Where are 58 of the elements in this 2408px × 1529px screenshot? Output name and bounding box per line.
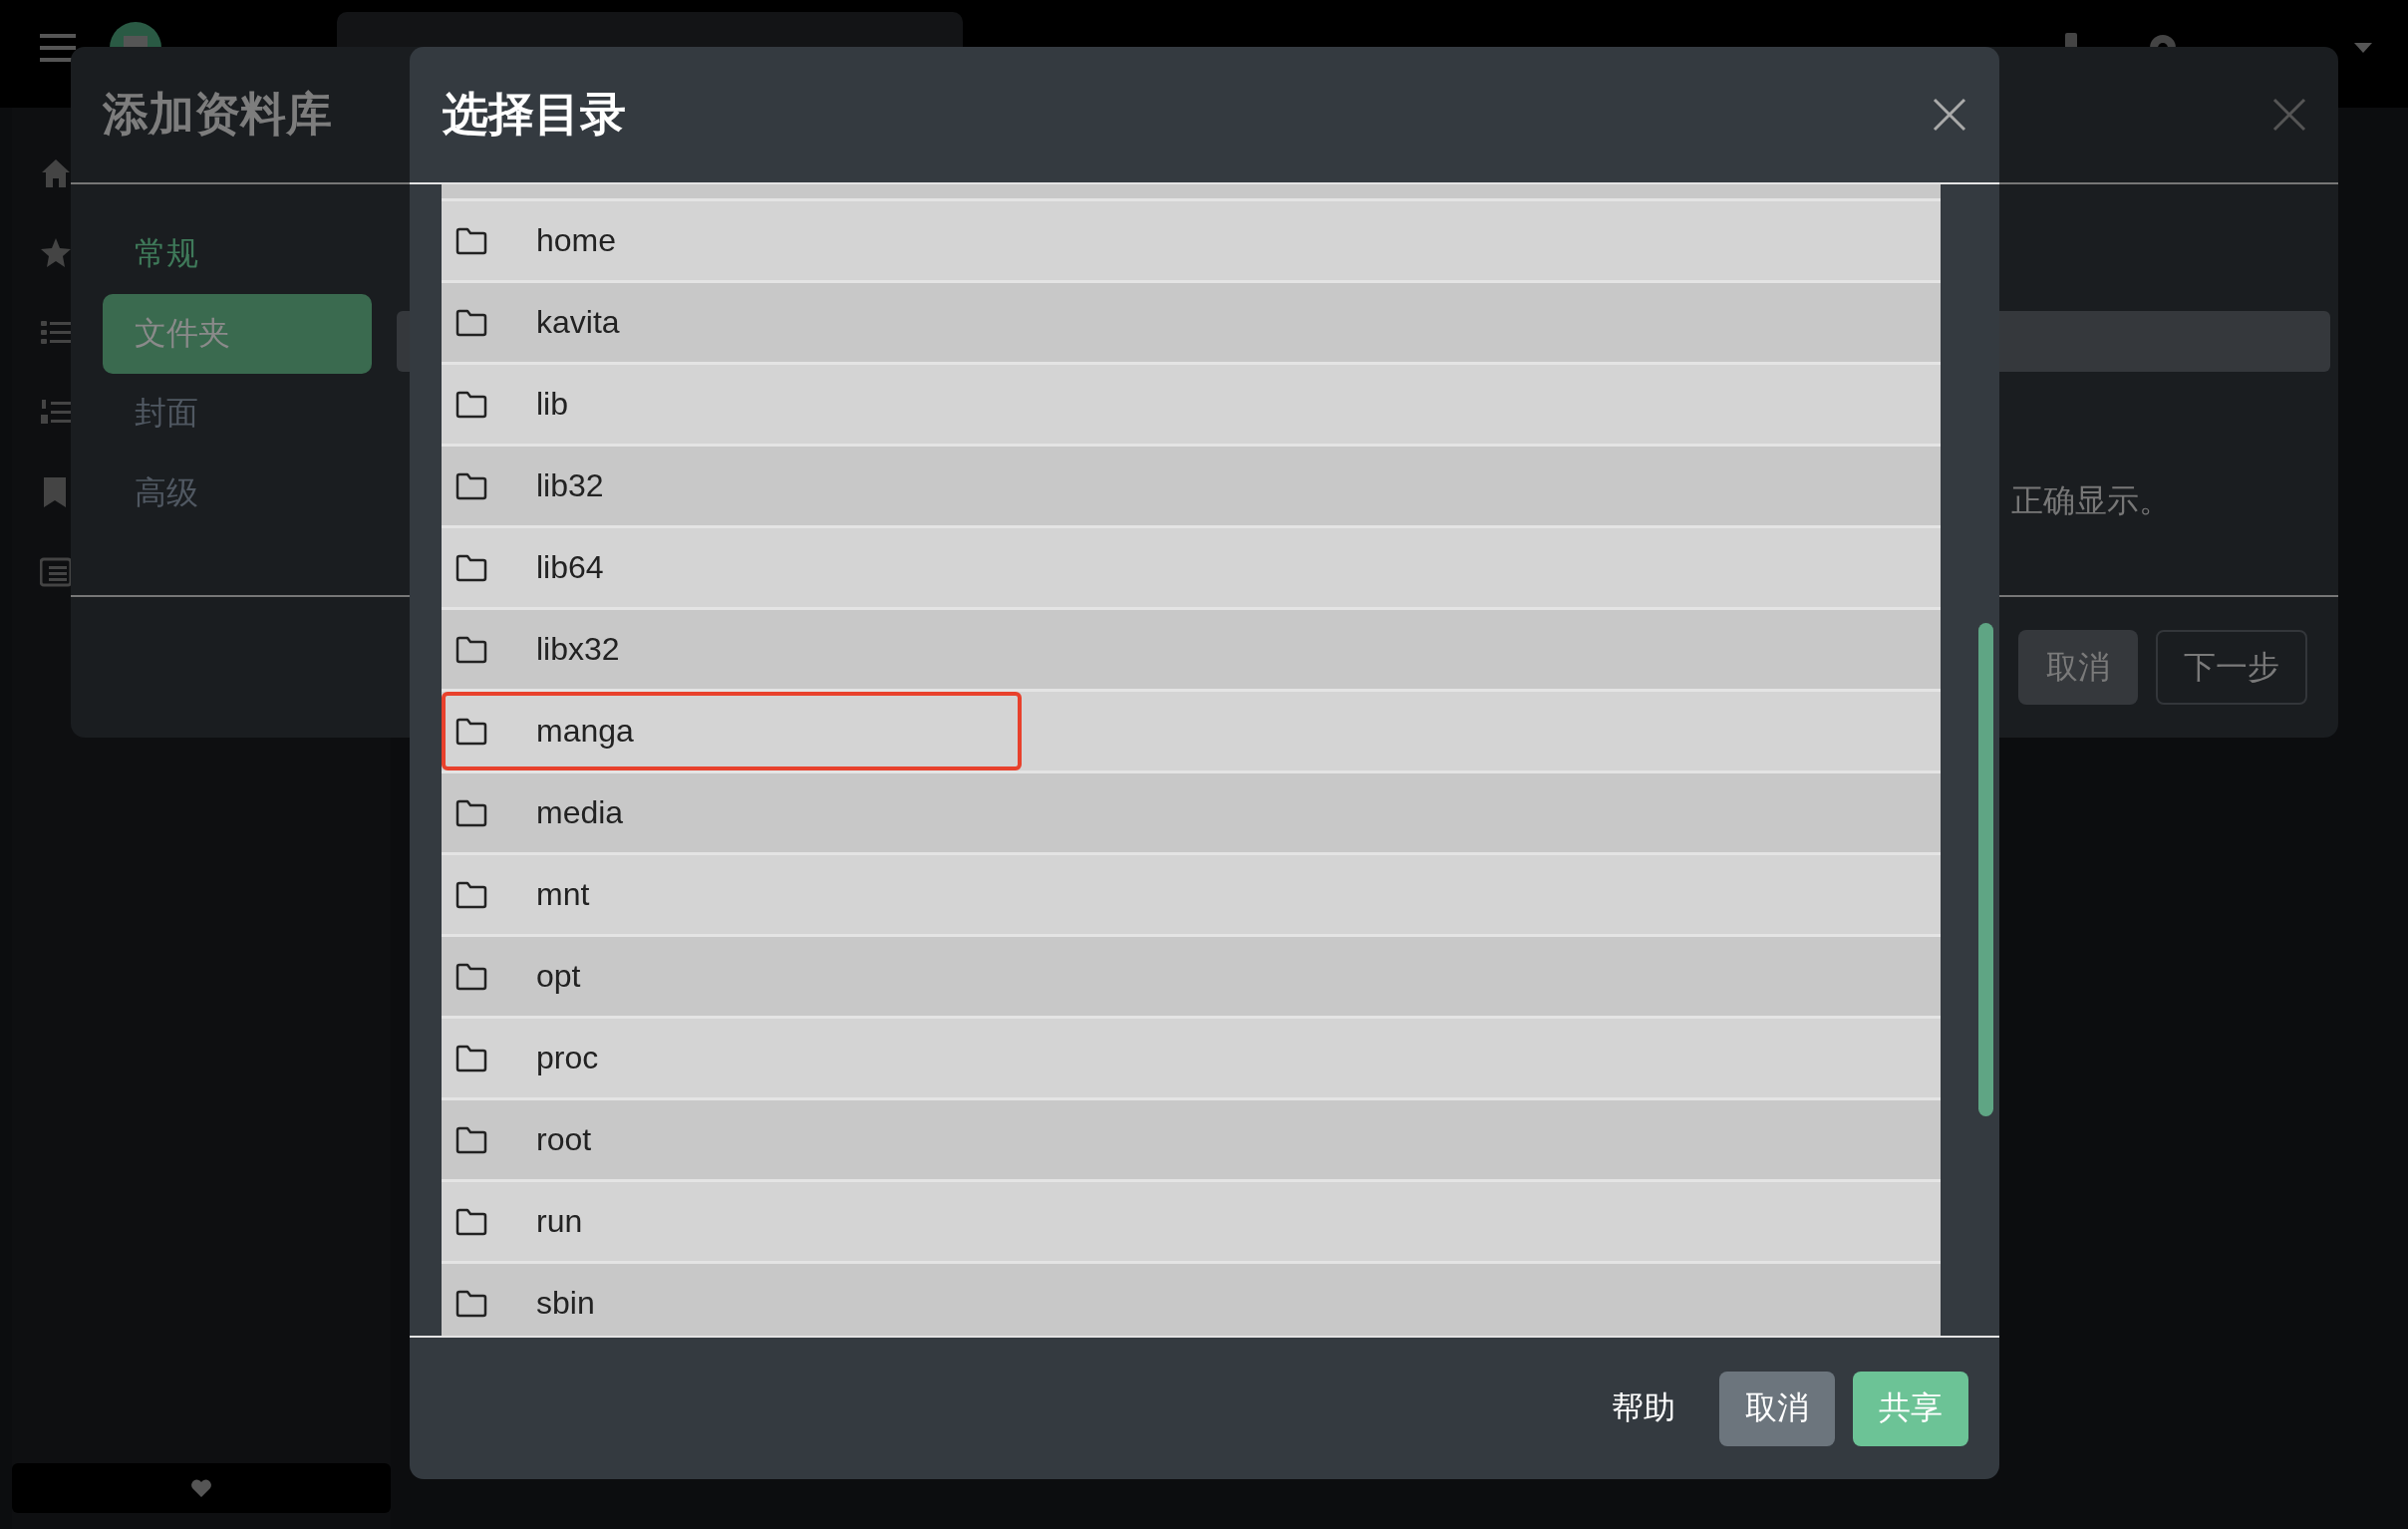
folder-name: libx32 bbox=[536, 631, 620, 668]
star-icon[interactable] bbox=[40, 237, 72, 269]
folder-name: sbin bbox=[536, 1285, 595, 1322]
folder-row[interactable]: lib32 bbox=[442, 447, 1941, 528]
list-card-icon[interactable] bbox=[40, 556, 72, 588]
folder-icon bbox=[455, 1125, 487, 1154]
folder-icon bbox=[455, 880, 487, 909]
folder-icon bbox=[455, 635, 487, 664]
folder-row[interactable]: kavita bbox=[442, 283, 1941, 365]
folder-icon bbox=[455, 717, 487, 746]
folder-row[interactable]: opt bbox=[442, 937, 1941, 1019]
folder-row[interactable]: home bbox=[442, 201, 1941, 283]
folder-icon bbox=[455, 1207, 487, 1236]
folder-row[interactable]: mnt bbox=[442, 855, 1941, 937]
caret-icon bbox=[2354, 43, 2372, 53]
folder-row[interactable]: lib bbox=[442, 365, 1941, 447]
folder-icon bbox=[455, 962, 487, 991]
close-icon[interactable] bbox=[1933, 98, 1966, 132]
folder-name: mnt bbox=[536, 876, 590, 913]
folder-icon bbox=[455, 226, 487, 255]
folder-icon bbox=[455, 390, 487, 419]
folder-row[interactable]: manga bbox=[442, 692, 1941, 773]
scrollbar-thumb[interactable] bbox=[1978, 623, 1993, 1116]
folder-icon bbox=[455, 308, 487, 337]
folder-name: opt bbox=[536, 958, 581, 995]
menu-icon[interactable] bbox=[40, 34, 76, 62]
folder-name: proc bbox=[536, 1040, 599, 1076]
next-button[interactable]: 下一步 bbox=[2156, 630, 2307, 705]
heart-icon[interactable] bbox=[190, 1478, 212, 1498]
folder-name: lib32 bbox=[536, 467, 604, 504]
folder-name: kavita bbox=[536, 304, 620, 341]
folder-icon bbox=[455, 471, 487, 500]
folder-row[interactable]: libx32 bbox=[442, 610, 1941, 692]
folder-row[interactable]: sbin bbox=[442, 1264, 1941, 1336]
help-button[interactable]: 帮助 bbox=[1586, 1371, 1701, 1446]
user-menu[interactable] bbox=[2354, 43, 2372, 53]
folder-icon bbox=[455, 553, 487, 582]
folder-row[interactable]: proc bbox=[442, 1019, 1941, 1100]
modal-title: 添加资料库 bbox=[103, 87, 332, 142]
folder-name: manga bbox=[536, 713, 634, 750]
folder-row[interactable]: run bbox=[442, 1182, 1941, 1264]
folder-name: lib bbox=[536, 386, 568, 423]
folder-row[interactable]: lib64 bbox=[442, 528, 1941, 610]
home-icon[interactable] bbox=[40, 157, 72, 189]
folder-name: media bbox=[536, 794, 624, 831]
folder-icon bbox=[455, 798, 487, 827]
cancel-button[interactable]: 取消 bbox=[1719, 1371, 1835, 1446]
folder-icon bbox=[455, 1289, 487, 1318]
folder-icon bbox=[455, 1044, 487, 1072]
folder-name: run bbox=[536, 1203, 583, 1240]
folder-name: root bbox=[536, 1121, 592, 1158]
folder-row[interactable]: root bbox=[442, 1100, 1941, 1182]
close-icon[interactable] bbox=[2272, 98, 2306, 132]
folder-name: lib64 bbox=[536, 549, 604, 586]
folder-name: home bbox=[536, 222, 617, 259]
folder-row[interactable]: media bbox=[442, 773, 1941, 855]
dialog-title: 选择目录 bbox=[443, 87, 626, 142]
help-text: 正确显示。 bbox=[2011, 481, 2171, 520]
